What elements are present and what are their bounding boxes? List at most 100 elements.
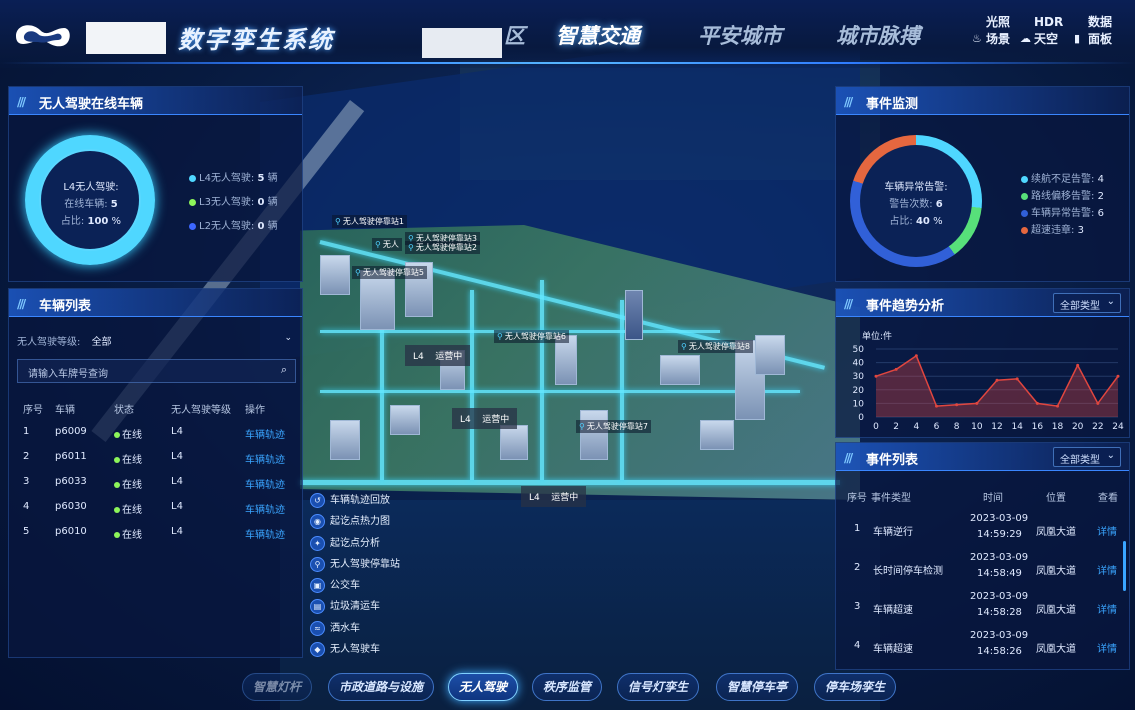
event-type: 车辆超速 (873, 644, 913, 655)
panel-header: /// 无人驾驶在线车辆 (9, 87, 302, 115)
map-station-label[interactable]: ⚲ 无人 (372, 238, 402, 251)
map-building (360, 270, 395, 330)
legend-dot (189, 222, 196, 230)
garbage-truck-icon: ▤ (310, 598, 325, 614)
table-row[interactable]: 52023-03-09 (836, 667, 1129, 670)
event-type: 车辆逆行 (873, 527, 913, 538)
chart-icon: ▮ (1074, 32, 1081, 45)
bottom-tab-order-supervision[interactable]: 秩序监管 (532, 673, 603, 701)
legend-dot (1021, 175, 1028, 183)
x-tick-label: 8 (954, 422, 960, 432)
legend-item: 车辆异常告警: 6 (1021, 205, 1104, 222)
bottom-tab-municipal-roads[interactable]: 市政道路与设施 (328, 673, 435, 701)
panel-title: 事件趋势分析 (866, 299, 945, 314)
vehicle-track-link[interactable]: 车辆轨迹 (245, 476, 285, 491)
trend-type-select[interactable]: 全部类型 ⌄ (1053, 293, 1121, 313)
system-title: 数字孪生系统 (178, 26, 334, 54)
hdr-sky-button[interactable]: ☁ HDR 天空 (1020, 14, 1063, 48)
event-type-select[interactable]: 全部类型 ⌄ (1053, 447, 1121, 467)
search-icon[interactable]: ⌕ (281, 363, 287, 377)
y-tick-label: 0 (858, 413, 864, 423)
data-panel-button[interactable]: ▮ 数据 面板 (1074, 14, 1112, 48)
map-station-label[interactable]: ⚲ 无人驾驶停靠站1 (332, 215, 407, 228)
layer-item-od-analysis[interactable]: ✦ 起讫点分析 (310, 534, 380, 552)
table-row[interactable]: 2 p6011 在线 L4 车辆轨迹 (9, 445, 302, 470)
legend-item: 超速违章: 3 (1021, 222, 1104, 239)
layer-item-heatmap[interactable]: ◉ 起讫点热力图 (310, 512, 390, 530)
bottom-tab-smart-lamp[interactable]: 智慧灯杆 (242, 673, 313, 701)
layer-item-garbage-truck[interactable]: ▤ 垃圾清运车 (310, 597, 380, 615)
y-tick-label: 20 (853, 386, 865, 396)
nav-tab-city-pulse[interactable]: 城市脉搏 (836, 20, 920, 50)
table-row[interactable]: 3 p6033 在线 L4 车辆轨迹 (9, 470, 302, 495)
map-station-label[interactable]: ⚲ 无人驾驶停靠站8 (678, 340, 753, 353)
event-list-scrollbar[interactable] (1123, 541, 1126, 591)
chevron-down-icon[interactable]: ⌄ (284, 333, 292, 343)
event-date: 2023-03-09 (970, 669, 1028, 670)
y-tick-label: 40 (853, 359, 865, 369)
panel-header: /// 车辆列表 (9, 289, 302, 317)
layer-item-track-replay[interactable]: ↺ 车辆轨迹回放 (310, 491, 390, 509)
vehicle-track-link[interactable]: 车辆轨迹 (245, 526, 285, 541)
online-status-dot (114, 532, 120, 538)
trend-point (995, 378, 999, 382)
table-row[interactable]: 3 车辆超速 2023-03-09 14:58:28 凤凰大道 详情 (836, 589, 1129, 627)
lamp-icon: ♨ (972, 32, 982, 45)
bottom-tab-parking-kiosk[interactable]: 智慧停车亭 (716, 673, 799, 701)
location-pin-icon: ⚲ (681, 342, 687, 351)
map-vehicle-label[interactable]: L4 运营中 (521, 486, 587, 507)
map-road (300, 480, 840, 485)
legend-dot (1021, 226, 1028, 234)
lighting-scene-button[interactable]: ♨ 光照 场景 (972, 14, 1010, 48)
redacted-block (422, 28, 502, 58)
table-row[interactable]: 1 p6009 在线 L4 车辆轨迹 (9, 420, 302, 445)
layer-item-station[interactable]: ⚲ 无人驾驶停靠站 (310, 555, 400, 573)
event-time: 14:58:49 (977, 568, 1022, 579)
panel-title: 无人驾驶在线车辆 (39, 97, 144, 112)
table-row[interactable]: 4 车辆超速 2023-03-09 14:58:26 凤凰大道 详情 (836, 628, 1129, 666)
x-tick-label: 4 (913, 422, 919, 432)
bottom-tab-parking-lot-twin[interactable]: 停车场孪生 (814, 673, 897, 701)
nav-tab-safe-city[interactable]: 平安城市 (698, 20, 782, 50)
event-time: 14:58:26 (977, 646, 1022, 657)
bottom-tab-signal-twin[interactable]: 信号灯孪生 (617, 673, 700, 701)
event-detail-link[interactable]: 详情 (1097, 640, 1117, 655)
map-station-label[interactable]: ⚲ 无人驾驶停靠站5 (352, 266, 427, 279)
map-road (320, 390, 800, 393)
legend-item: L4无人驾驶: 5 辆 (189, 167, 278, 191)
table-row[interactable]: 2 长时间停车检测 2023-03-09 14:58:49 凤凰大道 详情 (836, 550, 1129, 588)
event-detail-link[interactable]: 详情 (1097, 523, 1117, 538)
layer-item-bus[interactable]: ▣ 公交车 (310, 576, 360, 594)
map-vehicle-label[interactable]: L4 运营中 (405, 345, 471, 366)
title-stripes-icon: /// (844, 451, 853, 465)
map-station-label[interactable]: ⚲ 无人驾驶停靠站2 (405, 241, 480, 254)
location-pin-icon: ⚲ (335, 217, 341, 226)
level-filter[interactable]: 无人驾驶等级: 全部 (17, 333, 112, 348)
event-monitor-panel: /// 事件监测 车辆异常告警: 警告次数: 6 占比: 40 % 续航不足告警… (835, 86, 1130, 282)
nav-tab-district[interactable]: 区 (504, 20, 525, 50)
event-detail-link[interactable]: 详情 (1097, 601, 1117, 616)
trend-point (1116, 374, 1120, 378)
event-date: 2023-03-09 (970, 552, 1029, 563)
vehicle-track-link[interactable]: 车辆轨迹 (245, 501, 285, 516)
header-divider (0, 62, 1135, 64)
map-station-label[interactable]: ⚲ 无人驾驶停靠站7 (576, 420, 651, 433)
vehicle-list-panel: /// 车辆列表 无人驾驶等级: 全部 ⌄ 请输入车牌号查询 ⌕ 序号 车辆 状… (8, 288, 303, 658)
bottom-tab-autonomous-driving[interactable]: 无人驾驶 (448, 673, 519, 701)
layer-item-sprinkler[interactable]: ≈ 洒水车 (310, 619, 360, 637)
event-detail-link[interactable]: 详情 (1097, 562, 1117, 577)
location-pin-icon: ⚲ (497, 332, 503, 341)
title-stripes-icon: /// (17, 95, 26, 109)
nav-tab-smart-traffic[interactable]: 智慧交通 (556, 20, 640, 50)
vehicle-track-link[interactable]: 车辆轨迹 (245, 451, 285, 466)
vehicle-track-link[interactable]: 车辆轨迹 (245, 426, 285, 441)
table-row[interactable]: 5 p6010 在线 L4 车辆轨迹 (9, 520, 302, 545)
table-row[interactable]: 4 p6030 在线 L4 车辆轨迹 (9, 495, 302, 520)
title-stripes-icon: /// (844, 297, 853, 311)
map-vehicle-label[interactable]: L4 运营中 (452, 408, 518, 429)
plate-search-input[interactable]: 请输入车牌号查询 ⌕ (17, 359, 296, 383)
event-location: 凤凰大道 (1036, 527, 1076, 538)
table-row[interactable]: 1 车辆逆行 2023-03-09 14:59:29 凤凰大道 详情 (836, 511, 1129, 549)
layer-item-autonomous-car[interactable]: ◆ 无人驾驶车 (310, 640, 380, 658)
map-station-label[interactable]: ⚲ 无人驾驶停靠站6 (494, 330, 569, 343)
